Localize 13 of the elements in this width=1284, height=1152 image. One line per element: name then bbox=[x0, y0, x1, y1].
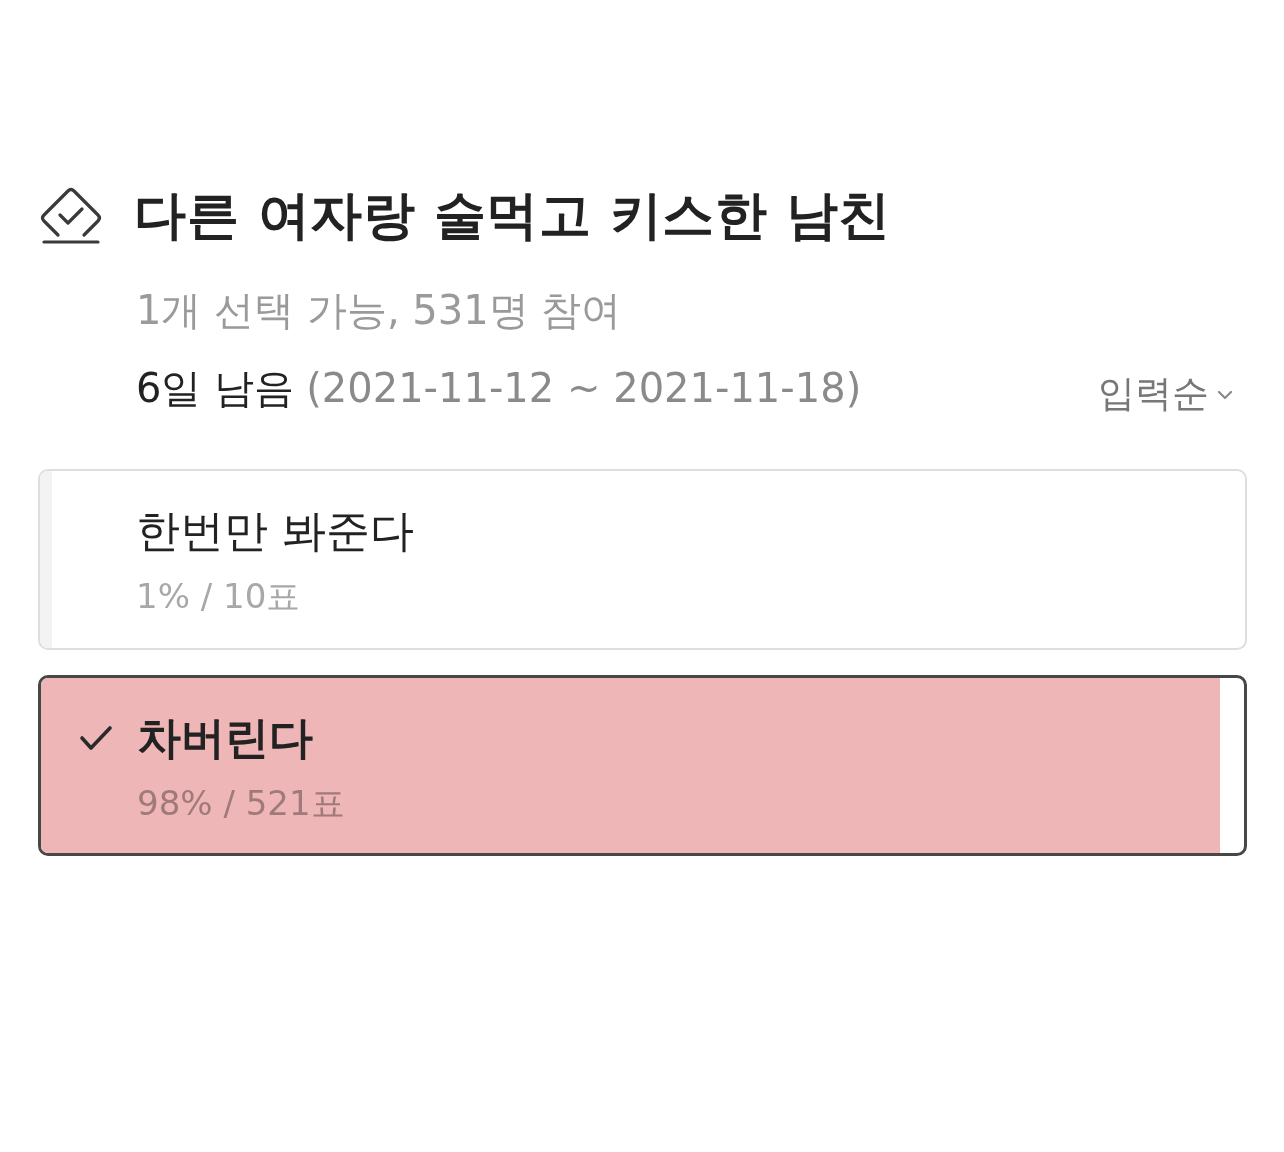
chevron-down-icon bbox=[1217, 389, 1233, 400]
poll-title: 다른 여자랑 술먹고 키스한 남친 bbox=[134, 184, 891, 247]
vote-result: 98% / 521표 bbox=[137, 782, 346, 824]
check-icon bbox=[79, 724, 113, 753]
option-label: 한번만 봐준다 bbox=[136, 504, 415, 558]
days-remaining: 6일 남음 bbox=[136, 363, 295, 412]
poll-period: (2021-11-12 ~ 2021-11-18) bbox=[306, 363, 862, 412]
vote-result: 1% / 10표 bbox=[136, 575, 302, 617]
option-label: 차버린다 bbox=[137, 711, 314, 765]
poll-option[interactable]: 차버린다 98% / 521표 bbox=[38, 674, 1247, 856]
poll-option[interactable]: 한번만 봐준다 1% / 10표 bbox=[38, 468, 1247, 650]
sort-dropdown[interactable]: 입력순 bbox=[1098, 372, 1233, 417]
poll-info: 1개 선택 가능, 531명 참여 bbox=[136, 286, 623, 335]
